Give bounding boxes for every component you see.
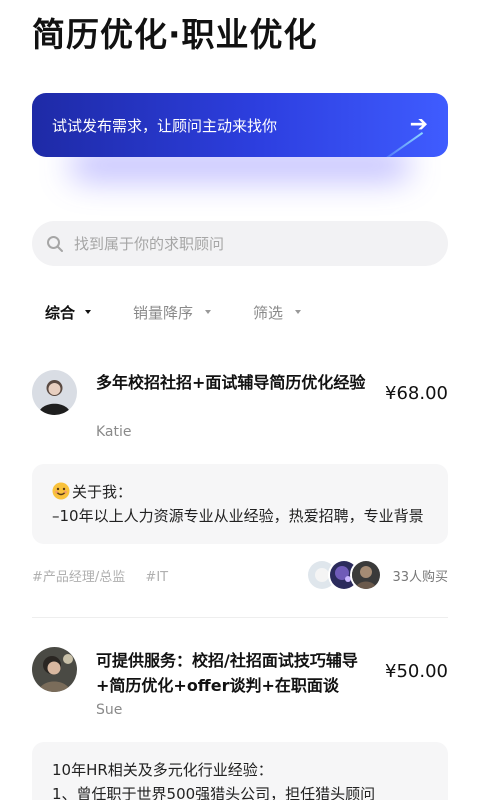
search-input[interactable] — [74, 234, 414, 253]
listing-title[interactable]: 可提供服务：校招/社招面试技巧辅导+简历优化+offer谈判+在职面谈 — [96, 648, 381, 698]
listing-price: ¥68.00 — [385, 383, 448, 404]
caret-down-icon — [295, 310, 302, 314]
listing-price: ¥50.00 — [385, 661, 448, 682]
about-heading: 关于我： — [72, 483, 133, 501]
sort-sales-desc[interactable]: 销量降序 — [133, 302, 212, 323]
smile-emoji-icon — [52, 482, 70, 500]
buy-count: 33人购买 — [392, 569, 448, 585]
sort-comprehensive[interactable]: 综合 — [45, 302, 92, 323]
arrow-right-icon[interactable]: ➔ — [410, 114, 428, 136]
tag[interactable]: #IT — [145, 570, 168, 585]
listing-author: Sue — [96, 702, 123, 718]
caret-down-icon — [205, 310, 212, 314]
filter-button[interactable]: 筛选 — [253, 302, 302, 323]
filter-button-label: 筛选 — [253, 303, 284, 322]
page-title: 简历优化·职业优化 — [32, 15, 318, 54]
tag[interactable]: #产品经理/总监 — [32, 570, 125, 585]
sort-comprehensive-label: 综合 — [45, 303, 76, 322]
about-me-box[interactable]: 10年HR相关及多元化行业经验： 1、曾任职于世界500强猎头公司，担任猎头顾问 — [32, 742, 448, 800]
buyer-avatar — [350, 559, 383, 591]
about-text: –10年以上人力资源专业从业经验，热爱招聘，专业背景 — [52, 507, 424, 525]
about-text: 10年HR相关及多元化行业经验： — [52, 761, 273, 779]
avatar[interactable] — [32, 370, 77, 415]
sort-sales-desc-label: 销量降序 — [133, 303, 194, 322]
caret-down-icon — [85, 310, 92, 314]
post-request-banner[interactable]: 试试发布需求，让顾问主动来找你 ➔ — [32, 93, 448, 157]
about-text: 1、曾任职于世界500强猎头公司，担任猎头顾问 — [52, 785, 376, 800]
about-me-box[interactable]: 关于我： –10年以上人力资源专业从业经验，热爱招聘，专业背景 — [32, 464, 448, 544]
about-heading-row: 关于我： — [52, 480, 428, 504]
banner-text: 试试发布需求，让顾问主动来找你 — [52, 116, 278, 135]
listing-title[interactable]: 多年校招社招+面试辅导简历优化经验 — [96, 370, 381, 395]
filter-bar: 综合 销量降序 筛选 — [45, 302, 302, 323]
listing-author: Katie — [96, 424, 132, 440]
buyers-row: 33人购买 — [306, 559, 448, 591]
search-icon — [47, 235, 63, 252]
tag-list: #产品经理/总监 #IT — [32, 566, 184, 585]
search-bar[interactable] — [32, 221, 448, 266]
divider — [32, 617, 448, 618]
avatar[interactable] — [32, 647, 77, 692]
